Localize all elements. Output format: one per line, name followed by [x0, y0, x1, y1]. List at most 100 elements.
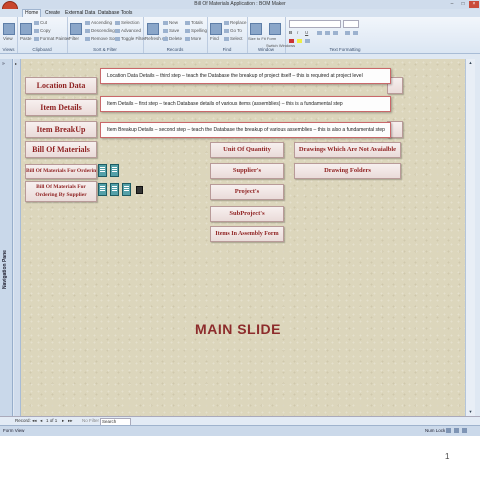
drawing-folders-button[interactable]: Drawing Folders	[294, 163, 401, 179]
group-sort-filter: Filter Ascending Descending Remove Sort …	[67, 17, 146, 53]
layout-view-icon[interactable]	[454, 428, 459, 433]
report-icon[interactable]	[110, 164, 119, 177]
scroll-down-icon[interactable]: ▼	[467, 409, 474, 415]
remove-sort-button[interactable]: Remove Sort	[85, 36, 117, 41]
navigation-pane[interactable]: » Navigation Pane	[0, 59, 13, 416]
location-data-button[interactable]: Location Data	[25, 77, 97, 94]
report-icon[interactable]	[98, 164, 107, 177]
drawings-not-available-button[interactable]: Drawings Which Are Not Avaialble	[294, 142, 401, 158]
tab-database-tools[interactable]: Database Tools	[96, 10, 134, 16]
spelling-button[interactable]: Spelling	[185, 28, 207, 33]
toggle-filter-icon	[115, 36, 120, 41]
first-record-icon[interactable]: ◂◂	[32, 418, 37, 424]
delete-button[interactable]: Delete	[163, 36, 182, 41]
find-button[interactable]: Find	[210, 36, 219, 41]
numbering-icon[interactable]	[353, 31, 358, 35]
size-to-fit-button[interactable]: Size to Fit Form	[248, 36, 276, 41]
form-view-icon[interactable]	[446, 428, 451, 433]
font-size-dropdown[interactable]	[343, 20, 359, 28]
new-record-button[interactable]: New	[163, 20, 178, 25]
select-button[interactable]: Select	[224, 36, 243, 41]
access-window: Bill Of Materials Application : BOM Make…	[0, 0, 480, 436]
bill-of-materials-button[interactable]: Bill Of Materials	[25, 141, 97, 158]
ribbon: View Views Paste Cut Copy Format Painter…	[0, 17, 480, 54]
next-record-icon[interactable]: ▸	[62, 418, 64, 424]
item-breakup-button[interactable]: Item BreakUp	[25, 121, 97, 138]
align-left-icon[interactable]	[317, 31, 322, 35]
no-filter-label[interactable]: No Filter	[82, 418, 99, 423]
paste-icon[interactable]	[20, 23, 32, 35]
item-details-button[interactable]: Item Details	[25, 99, 97, 116]
more-button[interactable]: More	[185, 36, 201, 41]
unit-of-quantity-button[interactable]: Unit Of Quantity	[210, 142, 284, 158]
window-title: Bill Of Materials Application : BOM Make…	[194, 1, 286, 7]
tab-create[interactable]: Create	[43, 10, 62, 16]
minimize-button[interactable]: –	[447, 1, 457, 8]
switch-windows-icon[interactable]	[269, 23, 281, 35]
report-icon[interactable]	[122, 183, 131, 196]
bullets-icon[interactable]	[345, 31, 350, 35]
save-button[interactable]: Save	[163, 28, 179, 33]
filter-button[interactable]: Filter	[69, 36, 79, 41]
maximize-button[interactable]: □	[458, 1, 468, 8]
ribbon-tabs: Home Create External Data Database Tools	[0, 9, 480, 17]
replace-button[interactable]: Replace	[224, 20, 247, 25]
vertical-scrollbar[interactable]: ▲ ▼	[465, 59, 475, 416]
scroll-up-icon[interactable]: ▲	[467, 60, 474, 66]
subprojects-button[interactable]: SubProject's	[210, 206, 284, 222]
tab-external-data[interactable]: External Data	[63, 10, 97, 16]
align-center-icon[interactable]	[325, 31, 330, 35]
view-button[interactable]: View	[3, 36, 13, 41]
scissors-icon	[34, 20, 39, 25]
group-label: Records	[166, 47, 184, 52]
binoculars-icon[interactable]	[210, 23, 222, 35]
brush-icon	[34, 36, 39, 41]
record-selector[interactable]: ▸	[14, 59, 21, 416]
bom-for-ordering-button[interactable]: Bill Of Materials For Ordering	[25, 164, 97, 179]
format-painter-button[interactable]: Format Painter	[34, 36, 70, 41]
group-label: Views	[2, 47, 15, 52]
report-icon[interactable]	[98, 183, 107, 196]
close-button[interactable]: ×	[469, 1, 479, 8]
size-to-fit-icon[interactable]	[250, 23, 262, 35]
report-icon[interactable]	[110, 183, 119, 196]
group-records: Refresh All New Save Delete Totals Spell…	[143, 17, 208, 53]
items-in-assembly-form-button[interactable]: Items In Assembly Form	[210, 226, 284, 242]
underline-button[interactable]: U	[305, 30, 308, 35]
main-slide-title: MAIN SLIDE	[195, 321, 281, 337]
highlight-icon[interactable]	[297, 39, 302, 43]
design-view-icon[interactable]	[462, 428, 467, 433]
italic-button[interactable]: I	[297, 30, 298, 35]
totals-button[interactable]: Totals	[185, 20, 203, 25]
align-right-icon[interactable]	[333, 31, 338, 35]
filter-icon[interactable]	[70, 23, 82, 35]
bom-by-supplier-button[interactable]: Bill Of Materials For Ordering By Suppli…	[25, 181, 97, 202]
selection-button[interactable]: Selection	[115, 20, 140, 25]
cut-button[interactable]: Cut	[34, 20, 47, 25]
record-label: Record:	[15, 418, 31, 423]
projects-button[interactable]: Project's	[210, 184, 284, 200]
gridlines-icon[interactable]	[305, 39, 310, 43]
record-pointer-icon: ▸	[15, 61, 18, 66]
refresh-icon[interactable]	[147, 23, 159, 35]
font-name-dropdown[interactable]	[289, 20, 341, 28]
copy-button[interactable]: Copy	[34, 28, 51, 33]
ascending-button[interactable]: Ascending	[85, 20, 112, 25]
bold-button[interactable]: B	[289, 30, 292, 35]
status-view-label: Form View	[3, 428, 25, 433]
paste-button[interactable]: Paste	[20, 36, 32, 41]
view-icon[interactable]	[3, 23, 15, 35]
advanced-button[interactable]: Advanced	[115, 28, 141, 33]
record-position[interactable]: 1 of 1	[46, 418, 57, 423]
expand-nav-icon[interactable]: »	[2, 61, 9, 67]
goto-button[interactable]: Go To	[224, 28, 242, 33]
tab-home[interactable]: Home	[22, 9, 42, 17]
toggle-filter-button[interactable]: Toggle Filter	[115, 36, 146, 41]
font-color-icon[interactable]	[289, 39, 294, 43]
prev-record-icon[interactable]: ◂	[40, 418, 42, 424]
last-record-icon[interactable]: ▸▸	[68, 418, 73, 424]
cursor-icon	[224, 36, 229, 41]
print-icon[interactable]	[136, 186, 143, 194]
suppliers-button[interactable]: Supplier's	[210, 163, 284, 179]
descending-button[interactable]: Descending	[85, 28, 115, 33]
